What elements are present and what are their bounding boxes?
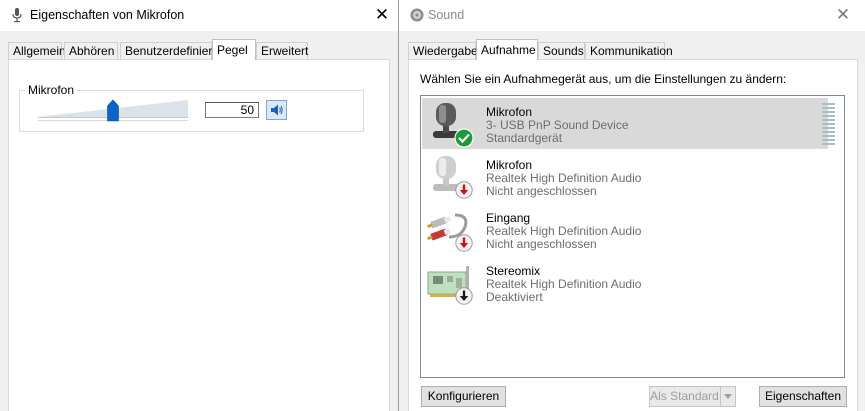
- device-name: Mikrofon: [486, 105, 533, 119]
- device-driver: Realtek High Definition Audio: [486, 224, 642, 238]
- window-title: Eigenschaften von Mikrofon: [30, 8, 185, 22]
- tab-sounds[interactable]: Sounds: [538, 42, 585, 59]
- device-driver: Realtek High Definition Audio: [486, 277, 642, 291]
- default-check-icon: [454, 128, 474, 148]
- level-panel: Mikrofon 50: [8, 59, 390, 411]
- properties-button[interactable]: Eigenschaften: [759, 386, 847, 407]
- sound-app-icon: [410, 8, 424, 22]
- tab-erweitert[interactable]: Erweitert: [256, 42, 308, 59]
- device-list[interactable]: Mikrofon 3- USB PnP Sound Device Standar…: [420, 95, 845, 378]
- recording-panel: Wählen Sie ein Aufnahmegerät aus, um die…: [408, 59, 858, 411]
- tab-kommunikation[interactable]: Kommunikation: [585, 42, 673, 59]
- tab-aufnahme[interactable]: Aufnahme: [476, 39, 538, 60]
- tab-strip: Allgemein Abhören Benutzerdefiniert Pege…: [8, 39, 392, 60]
- device-status: Nicht angeschlossen: [486, 237, 597, 251]
- device-item-usb-mikrofon[interactable]: Mikrofon 3- USB PnP Sound Device Standar…: [422, 98, 835, 149]
- disabled-arrow-icon: [455, 287, 473, 305]
- level-value-field[interactable]: 50: [205, 102, 259, 118]
- device-item-realtek-mikrofon[interactable]: Mikrofon Realtek High Definition Audio N…: [422, 151, 828, 202]
- device-driver: Realtek High Definition Audio: [486, 171, 642, 185]
- tab-pegel[interactable]: Pegel: [212, 39, 256, 60]
- microphone-properties-window: Eigenschaften von Mikrofon ✕ Allgemein A…: [0, 0, 400, 411]
- set-default-label: Als Standard: [650, 389, 719, 403]
- configure-button[interactable]: Konfigurieren: [421, 386, 506, 407]
- device-status: Nicht angeschlossen: [486, 184, 597, 198]
- group-label: Mikrofon: [25, 83, 78, 97]
- device-name: Mikrofon: [486, 158, 533, 172]
- right-titlebar: Sound ✕: [399, 0, 865, 31]
- close-button[interactable]: ✕: [831, 4, 855, 26]
- tab-abhoeren[interactable]: Abhören: [64, 42, 118, 59]
- unplugged-arrow-icon: [455, 234, 473, 252]
- level-meter: [822, 103, 835, 145]
- device-item-eingang[interactable]: Eingang Realtek High Definition Audio Ni…: [422, 204, 828, 255]
- speaker-icon: [271, 104, 283, 116]
- unplugged-arrow-icon: [455, 181, 473, 199]
- sound-window: Sound ✕ Wiedergabe Aufnahme Sounds Kommu…: [398, 0, 865, 411]
- set-default-button[interactable]: Als Standard: [649, 386, 736, 407]
- tab-benutzerdefiniert[interactable]: Benutzerdefiniert: [120, 42, 216, 59]
- window-title: Sound: [428, 8, 465, 22]
- microphone-icon: [12, 8, 22, 23]
- mute-button[interactable]: [266, 100, 287, 120]
- tab-strip: Wiedergabe Aufnahme Sounds Kommunikation: [408, 39, 858, 60]
- device-status: Standardgerät: [486, 131, 563, 145]
- level-slider[interactable]: [38, 97, 196, 123]
- slider-thumb[interactable]: [107, 99, 119, 122]
- instruction-text: Wählen Sie ein Aufnahmegerät aus, um die…: [420, 72, 787, 86]
- left-titlebar: Eigenschaften von Mikrofon ✕: [0, 0, 399, 31]
- microphone-level-group: Mikrofon 50: [19, 83, 364, 132]
- device-name: Eingang: [486, 211, 531, 225]
- tab-wiedergabe[interactable]: Wiedergabe: [408, 42, 478, 59]
- device-name: Stereomix: [486, 264, 541, 278]
- chevron-down-icon[interactable]: [720, 387, 735, 406]
- device-item-stereomix[interactable]: Stereomix Realtek High Definition Audio …: [422, 257, 828, 308]
- device-driver: 3- USB PnP Sound Device: [486, 118, 629, 132]
- close-button[interactable]: ✕: [370, 4, 394, 26]
- device-status: Deaktiviert: [486, 290, 543, 304]
- tab-allgemein[interactable]: Allgemein: [8, 42, 66, 59]
